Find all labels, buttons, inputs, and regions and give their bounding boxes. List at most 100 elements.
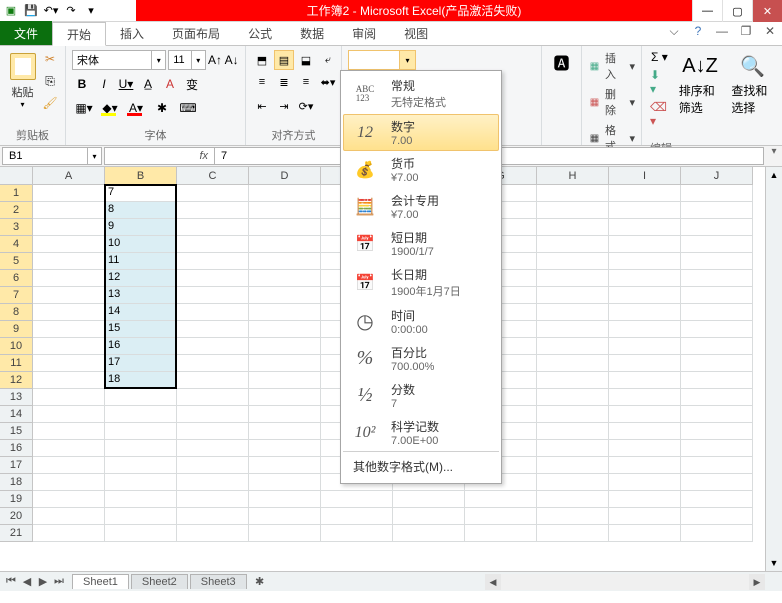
cell[interactable] — [177, 372, 249, 389]
row-header[interactable]: 13 — [0, 389, 33, 406]
more-number-formats[interactable]: 其他数字格式(M)... — [343, 451, 499, 481]
cell[interactable] — [33, 355, 105, 372]
cell[interactable] — [33, 202, 105, 219]
cell[interactable] — [249, 219, 321, 236]
add-sheet-icon[interactable]: ✱ — [251, 575, 269, 588]
cell[interactable] — [393, 491, 465, 508]
cell[interactable] — [465, 525, 537, 542]
tab-data[interactable]: 数据 — [286, 21, 338, 45]
cell[interactable] — [609, 355, 681, 372]
cell[interactable] — [249, 457, 321, 474]
cell[interactable] — [537, 423, 609, 440]
conditional-formatting-icon[interactable]: 🅰 — [553, 50, 569, 74]
cell[interactable] — [33, 304, 105, 321]
cell[interactable] — [681, 508, 753, 525]
cell[interactable] — [177, 338, 249, 355]
cell[interactable] — [33, 270, 105, 287]
cell[interactable] — [177, 236, 249, 253]
cell[interactable] — [249, 423, 321, 440]
border-button[interactable]: ▦▾ — [72, 98, 96, 118]
align-left-icon[interactable]: ≡ — [252, 72, 272, 92]
delete-cells-button[interactable]: ▦删除▾ — [588, 86, 635, 118]
cell[interactable] — [681, 321, 753, 338]
cell[interactable] — [177, 423, 249, 440]
sheet-tab-3[interactable]: Sheet3 — [190, 574, 247, 589]
font-name-combo[interactable]: 宋体▾ — [72, 50, 166, 70]
row-header[interactable]: 14 — [0, 406, 33, 423]
minimize-button[interactable]: — — [692, 0, 722, 22]
column-header[interactable]: J — [681, 167, 753, 185]
workbook-minimize-icon[interactable]: — — [714, 24, 730, 39]
cell[interactable] — [249, 236, 321, 253]
cell[interactable] — [105, 525, 177, 542]
row-header[interactable]: 19 — [0, 491, 33, 508]
cell[interactable] — [609, 491, 681, 508]
wrap-text-icon[interactable]: ⤶ — [318, 50, 338, 70]
font-color-button[interactable]: A▾ — [124, 98, 148, 118]
cell[interactable] — [33, 508, 105, 525]
cell[interactable] — [177, 389, 249, 406]
paste-button[interactable]: 粘贴 ▾ — [6, 50, 39, 110]
close-button[interactable]: ✕ — [752, 0, 782, 22]
cell[interactable] — [681, 270, 753, 287]
tab-file[interactable]: 文件 — [0, 21, 52, 45]
cell[interactable] — [537, 525, 609, 542]
cell[interactable] — [105, 440, 177, 457]
phonetic2-button[interactable]: 变 — [182, 74, 202, 94]
cell[interactable] — [609, 406, 681, 423]
cell[interactable] — [537, 457, 609, 474]
scroll-right-icon[interactable]: ▶ — [749, 574, 765, 590]
row-header[interactable]: 17 — [0, 457, 33, 474]
cell[interactable] — [105, 423, 177, 440]
tab-page-layout[interactable]: 页面布局 — [158, 21, 234, 45]
cell[interactable] — [177, 440, 249, 457]
cell[interactable] — [681, 253, 753, 270]
cell[interactable] — [465, 491, 537, 508]
name-box[interactable]: B1▾ — [2, 147, 102, 165]
cell[interactable] — [33, 338, 105, 355]
cell[interactable] — [537, 491, 609, 508]
cell[interactable]: 16 — [105, 338, 177, 355]
cell[interactable] — [33, 440, 105, 457]
cell[interactable] — [105, 474, 177, 491]
sheet-tab-2[interactable]: Sheet2 — [131, 574, 188, 589]
cell[interactable] — [105, 457, 177, 474]
cell[interactable] — [609, 423, 681, 440]
increase-font-icon[interactable]: A↑ — [208, 50, 223, 70]
ribbon-minimize-icon[interactable]: ⌵ — [666, 24, 682, 39]
cell[interactable] — [609, 219, 681, 236]
cell[interactable] — [321, 491, 393, 508]
row-header[interactable]: 7 — [0, 287, 33, 304]
cut-icon[interactable]: ✂ — [41, 50, 59, 68]
clear-button[interactable]: ⌫ ▾ — [650, 100, 669, 128]
row-header[interactable]: 2 — [0, 202, 33, 219]
cell[interactable] — [537, 508, 609, 525]
cell[interactable] — [249, 338, 321, 355]
cell[interactable]: 8 — [105, 202, 177, 219]
scroll-down-icon[interactable]: ▼ — [766, 555, 782, 571]
font-grow-a-icon[interactable]: A — [160, 74, 180, 94]
cell[interactable] — [609, 457, 681, 474]
column-header[interactable]: D — [249, 167, 321, 185]
cell[interactable] — [249, 372, 321, 389]
cell[interactable] — [249, 185, 321, 202]
cell[interactable] — [321, 508, 393, 525]
cell[interactable] — [681, 525, 753, 542]
cell[interactable] — [249, 287, 321, 304]
sheet-tab-1[interactable]: Sheet1 — [72, 574, 129, 589]
cell[interactable] — [105, 406, 177, 423]
cell[interactable] — [609, 236, 681, 253]
cell[interactable] — [609, 321, 681, 338]
cell[interactable] — [33, 236, 105, 253]
increase-indent-icon[interactable]: ⇥ — [274, 96, 294, 116]
format-time[interactable]: ◷ 时间0:00:00 — [343, 303, 499, 340]
cell[interactable]: 14 — [105, 304, 177, 321]
column-header[interactable]: I — [609, 167, 681, 185]
row-header[interactable]: 4 — [0, 236, 33, 253]
cell[interactable] — [393, 508, 465, 525]
horizontal-scrollbar[interactable]: ◀ ▶ — [485, 574, 765, 590]
cell[interactable] — [177, 202, 249, 219]
tab-insert[interactable]: 插入 — [106, 21, 158, 45]
sheet-last-icon[interactable]: ⏭ — [52, 575, 66, 588]
cell[interactable] — [681, 304, 753, 321]
